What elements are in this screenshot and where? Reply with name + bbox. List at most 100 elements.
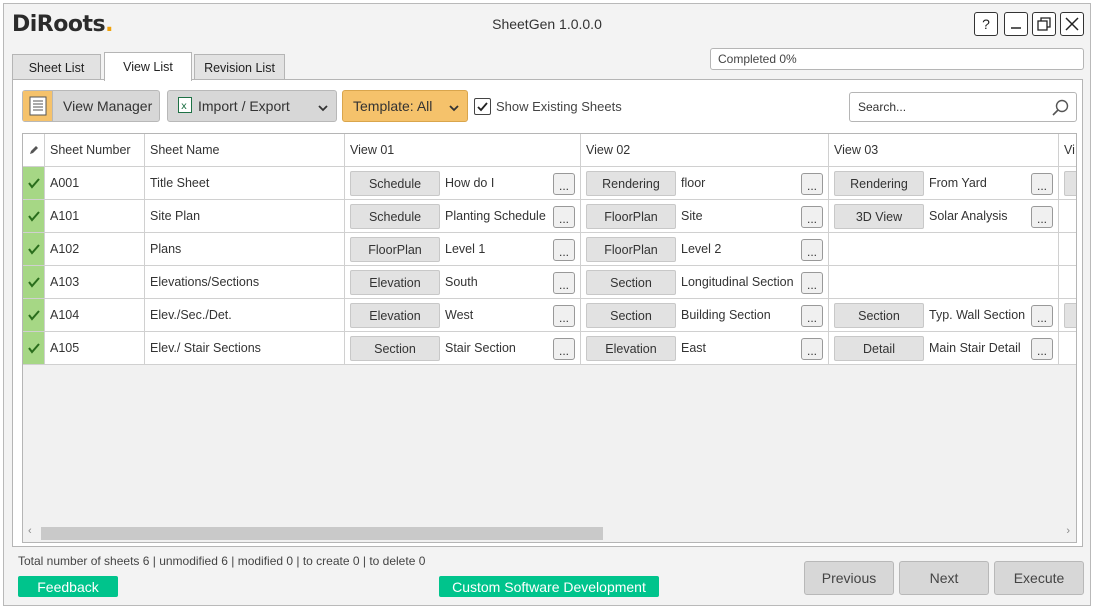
- view-options-button[interactable]: ...: [1031, 173, 1053, 195]
- sheet-number-cell[interactable]: A101: [45, 200, 145, 232]
- tab-revision-list[interactable]: Revision List: [194, 54, 285, 80]
- column-header-sheet-name[interactable]: Sheet Name: [145, 134, 345, 166]
- status-ok-icon: [23, 332, 45, 364]
- view-type-button[interactable]: FloorPlan: [350, 237, 440, 262]
- view-cell: Elevation West...: [345, 299, 581, 331]
- view-type-button[interactable]: [1064, 171, 1076, 196]
- view-list-panel: View Manager x Import / Export Template:…: [12, 79, 1083, 547]
- sheet-number-cell[interactable]: A103: [45, 266, 145, 298]
- execute-button[interactable]: Execute: [994, 561, 1084, 595]
- view-options-button[interactable]: ...: [553, 338, 575, 360]
- view-options-button[interactable]: ...: [1031, 206, 1053, 228]
- minimize-button[interactable]: [1004, 12, 1028, 36]
- view-type-button[interactable]: Section: [586, 270, 676, 295]
- table-row[interactable]: A104 Elev./Sec./Det. Elevation West... Secti…: [23, 299, 1076, 332]
- scroll-left-icon[interactable]: ‹: [28, 525, 32, 537]
- view-cell: Section Building Section...: [581, 299, 829, 331]
- checkmark-icon: [477, 102, 488, 112]
- close-button[interactable]: [1060, 12, 1084, 36]
- view-cell: Rendering From Yard...: [829, 167, 1059, 199]
- view-grid: Sheet Number Sheet Name View 01 View 02 …: [22, 133, 1077, 543]
- view-type-button[interactable]: Section: [350, 336, 440, 361]
- view-type-button[interactable]: [1064, 303, 1076, 328]
- view-cell: FloorPlan Level 2...: [581, 233, 829, 265]
- scroll-right-icon[interactable]: ›: [1066, 525, 1070, 537]
- view-options-button[interactable]: ...: [553, 305, 575, 327]
- view-type-button[interactable]: Schedule: [350, 204, 440, 229]
- view-type-button[interactable]: Section: [586, 303, 676, 328]
- view-name: Stair Section: [445, 341, 516, 355]
- search-input[interactable]: Search...: [849, 92, 1077, 122]
- progress-status: Completed 0%: [710, 48, 1084, 70]
- restore-button[interactable]: [1032, 12, 1056, 36]
- tab-sheet-list[interactable]: Sheet List: [12, 54, 101, 80]
- previous-button[interactable]: Previous: [804, 561, 894, 595]
- view-type-button[interactable]: Elevation: [586, 336, 676, 361]
- scroll-thumb[interactable]: [41, 527, 603, 540]
- table-row[interactable]: A105 Elev./ Stair Sections Section Stair Se…: [23, 332, 1076, 365]
- search-icon[interactable]: [1052, 99, 1070, 127]
- help-button[interactable]: ?: [974, 12, 998, 36]
- column-header-view-04[interactable]: Vi: [1059, 134, 1076, 166]
- sheet-number-cell[interactable]: A105: [45, 332, 145, 364]
- feedback-button[interactable]: Feedback: [18, 576, 118, 597]
- view-options-button[interactable]: ...: [801, 305, 823, 327]
- view-name: Building Section: [681, 308, 771, 322]
- column-header-view-03[interactable]: View 03: [829, 134, 1059, 166]
- view-options-button[interactable]: ...: [1031, 305, 1053, 327]
- table-row[interactable]: A102 Plans FloorPlan Level 1... FloorPlan Lev…: [23, 233, 1076, 266]
- import-export-label: Import / Export: [198, 98, 290, 114]
- horizontal-scrollbar[interactable]: ‹ ›: [23, 524, 1076, 542]
- view-name: Longitudinal Section: [681, 275, 794, 289]
- table-row[interactable]: A103 Elevations/Sections Elevation South...…: [23, 266, 1076, 299]
- sheet-number-cell[interactable]: A102: [45, 233, 145, 265]
- view-cell: FloorPlan Site...: [581, 200, 829, 232]
- view-cell: Section Stair Section...: [345, 332, 581, 364]
- view-options-button[interactable]: ...: [553, 173, 575, 195]
- view-manager-button[interactable]: View Manager: [22, 90, 160, 122]
- view-options-button[interactable]: ...: [801, 173, 823, 195]
- show-existing-checkbox[interactable]: [474, 98, 491, 115]
- sheet-number-cell[interactable]: A001: [45, 167, 145, 199]
- view-type-button[interactable]: Detail: [834, 336, 924, 361]
- custom-software-development-button[interactable]: Custom Software Development: [439, 576, 659, 597]
- view-type-button[interactable]: 3D View: [834, 204, 924, 229]
- table-row[interactable]: A101 Site Plan Schedule Planting Schedule..…: [23, 200, 1076, 233]
- column-header-view-01[interactable]: View 01: [345, 134, 581, 166]
- view-options-button[interactable]: ...: [801, 239, 823, 261]
- view-options-button[interactable]: ...: [1031, 338, 1053, 360]
- view-name: Site: [681, 209, 703, 223]
- sheet-number-cell[interactable]: A104: [45, 299, 145, 331]
- sheet-name-cell[interactable]: Plans: [145, 233, 345, 265]
- view-type-button[interactable]: Rendering: [586, 171, 676, 196]
- view-type-button[interactable]: FloorPlan: [586, 237, 676, 262]
- sheet-name-cell[interactable]: Elevations/Sections: [145, 266, 345, 298]
- view-type-button[interactable]: Schedule: [350, 171, 440, 196]
- table-row[interactable]: A001 Title Sheet Schedule How do I... Render…: [23, 167, 1076, 200]
- view-name: Typ. Wall Section: [929, 308, 1026, 322]
- import-export-dropdown[interactable]: x Import / Export: [167, 90, 337, 122]
- view-options-button[interactable]: ...: [553, 206, 575, 228]
- sheet-name-cell[interactable]: Elev./ Stair Sections: [145, 332, 345, 364]
- tab-view-list[interactable]: View List: [104, 52, 192, 81]
- view-type-button[interactable]: FloorPlan: [586, 204, 676, 229]
- app-window: DiRoots. SheetGen 1.0.0.0 ? Sheet List V…: [3, 3, 1091, 606]
- sheet-name-cell[interactable]: Title Sheet: [145, 167, 345, 199]
- view-options-button[interactable]: ...: [553, 272, 575, 294]
- view-type-button[interactable]: Section: [834, 303, 924, 328]
- next-button[interactable]: Next: [899, 561, 989, 595]
- view-options-button[interactable]: ...: [801, 206, 823, 228]
- status-ok-icon: [23, 167, 45, 199]
- view-options-button[interactable]: ...: [553, 239, 575, 261]
- template-dropdown[interactable]: Template: All: [342, 90, 468, 122]
- sheet-name-cell[interactable]: Site Plan: [145, 200, 345, 232]
- view-type-button[interactable]: Elevation: [350, 270, 440, 295]
- view-options-button[interactable]: ...: [801, 272, 823, 294]
- view-type-button[interactable]: Elevation: [350, 303, 440, 328]
- view-type-button[interactable]: Rendering: [834, 171, 924, 196]
- view-options-button[interactable]: ...: [801, 338, 823, 360]
- sheet-name-cell[interactable]: Elev./Sec./Det.: [145, 299, 345, 331]
- column-header-sheet-number[interactable]: Sheet Number: [45, 134, 145, 166]
- column-header-view-02[interactable]: View 02: [581, 134, 829, 166]
- view-cell: Schedule How do I...: [345, 167, 581, 199]
